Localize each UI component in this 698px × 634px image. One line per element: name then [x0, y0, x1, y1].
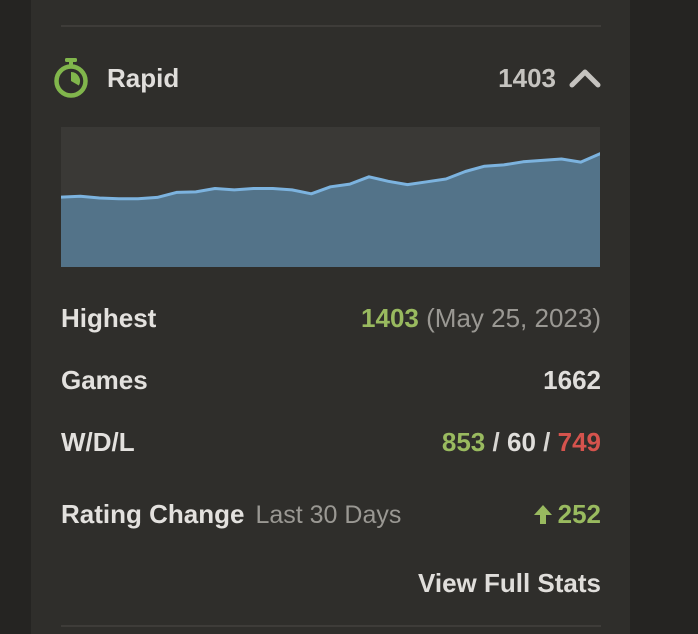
highest-label: Highest	[61, 302, 157, 333]
rapid-section-header[interactable]: Rapid 1403	[52, 57, 601, 99]
wdl-label: W/D/L	[61, 426, 135, 457]
rating-change-label: Rating Change	[61, 498, 245, 529]
rating-change-label-group: Rating Change Last 30 Days	[61, 499, 401, 530]
highest-rating: 1403	[361, 302, 419, 333]
bottom-divider	[61, 625, 601, 627]
highest-row: Highest 1403 (May 25, 2023)	[61, 300, 601, 336]
rating-change-row: Rating Change Last 30 Days 252	[61, 496, 601, 532]
wdl-separator: /	[492, 426, 500, 457]
chevron-up-icon[interactable]	[569, 67, 601, 89]
mode-title: Rapid	[107, 62, 180, 93]
draws-count: 60	[506, 426, 536, 457]
arrow-up-icon	[533, 505, 552, 524]
wdl-values: 853 / 60 / 749	[442, 427, 601, 458]
view-full-stats-link[interactable]: View Full Stats	[418, 568, 601, 599]
top-divider	[61, 25, 601, 27]
stopwatch-icon	[54, 58, 88, 98]
wins-count: 853	[441, 426, 486, 457]
wdl-row: W/D/L 853 / 60 / 749	[61, 424, 601, 460]
rating-history-chart	[61, 127, 600, 267]
highest-date: (May 25, 2023)	[426, 302, 601, 333]
rating-change-value: 252	[557, 498, 601, 529]
header-left: Rapid	[52, 57, 179, 99]
highest-value-group: 1403 (May 25, 2023)	[361, 303, 601, 334]
losses-count: 749	[557, 426, 601, 457]
header-right: 1403	[498, 63, 601, 94]
current-rating: 1403	[498, 62, 556, 93]
rating-area-fill	[61, 153, 600, 267]
games-count: 1662	[543, 364, 601, 395]
rating-change-value-group: 252	[531, 499, 601, 530]
rating-change-period: Last 30 Days	[255, 500, 402, 529]
games-label: Games	[61, 364, 148, 395]
wdl-separator: /	[543, 426, 551, 457]
games-row: Games 1662	[61, 362, 601, 398]
